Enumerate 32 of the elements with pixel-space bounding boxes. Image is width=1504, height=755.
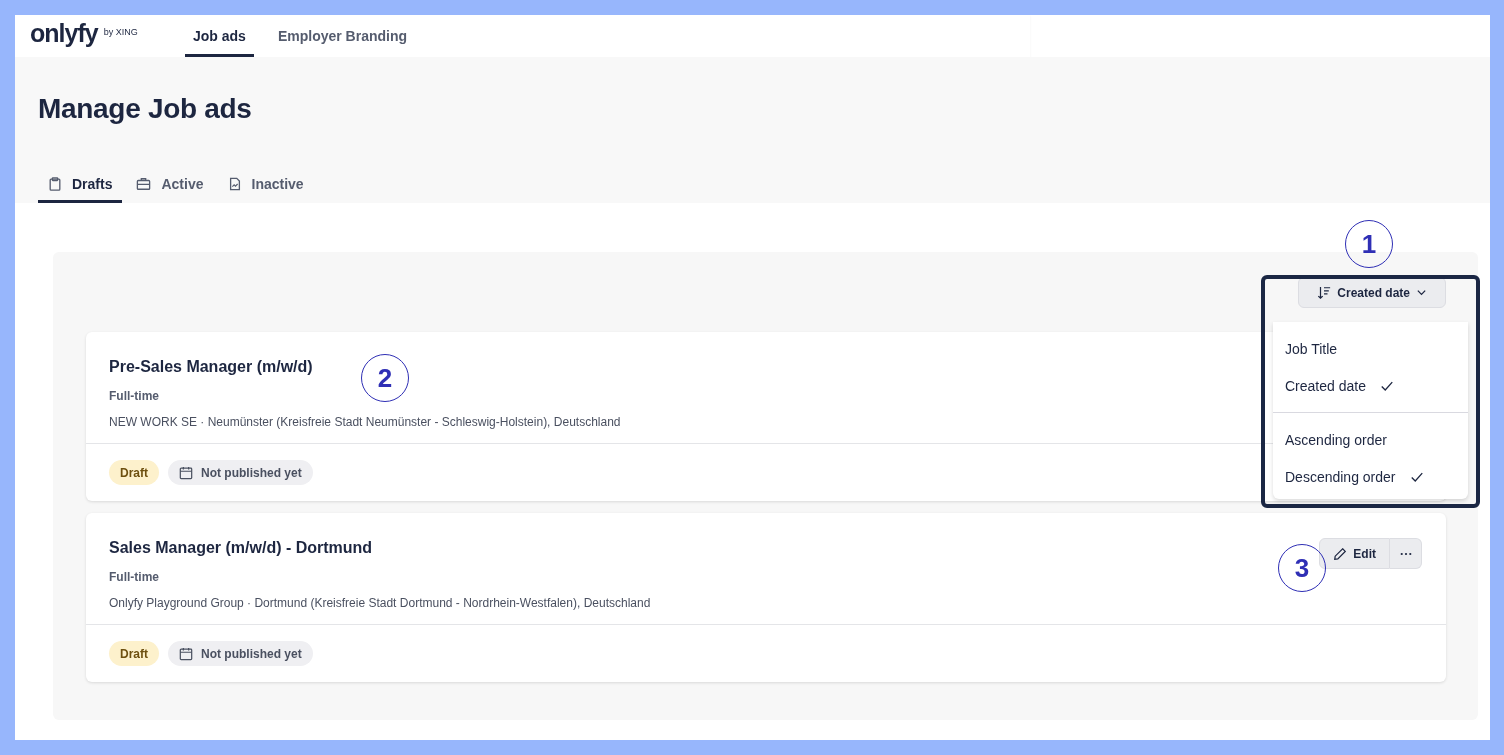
job-title[interactable]: Sales Manager (m/w/d) - Dortmund xyxy=(109,539,651,557)
logo-tagline: by XING xyxy=(103,27,138,37)
status-tag: Draft xyxy=(109,641,159,666)
status-tab[interactable]: Drafts xyxy=(38,176,123,203)
page-title: Manage Job ads xyxy=(38,93,253,125)
publish-status-tag: Not published yet xyxy=(168,641,313,666)
logo[interactable]: onlyfy xyxy=(30,21,98,46)
chevron-down-icon xyxy=(1416,287,1427,298)
sort-icon xyxy=(1317,285,1332,300)
sort-option[interactable]: Job Title xyxy=(1273,330,1468,367)
edit-button[interactable]: Edit xyxy=(1319,538,1390,569)
clipboard-icon xyxy=(48,177,62,191)
pencil-icon xyxy=(1333,546,1348,561)
sort-button[interactable]: Created date xyxy=(1298,277,1446,308)
calendar-icon xyxy=(179,465,193,480)
sort-option[interactable]: Ascending order xyxy=(1273,421,1468,458)
status-tag: Draft xyxy=(109,460,159,485)
sort-option[interactable]: Created date xyxy=(1273,367,1468,404)
publish-status-tag: Not published yet xyxy=(168,460,313,485)
calendar-icon xyxy=(179,646,193,661)
sort-option[interactable]: Descending order xyxy=(1273,458,1468,495)
nav-tab[interactable]: Employer Branding xyxy=(269,15,416,57)
employment-type: Full-time xyxy=(109,570,160,584)
briefcase-icon xyxy=(136,177,152,191)
status-tab[interactable]: Inactive xyxy=(217,176,314,203)
status-tab[interactable]: Active xyxy=(126,176,214,203)
employment-type: Full-time xyxy=(109,389,160,403)
job-location: NEW WORK SE · Neumünster (Kreisfreie Stadt Neumünster - Schleswig-Holstein), Deutschland xyxy=(109,415,621,429)
more-options-button[interactable] xyxy=(1390,538,1422,569)
chart-document-icon xyxy=(227,177,242,191)
job-location: Onlyfy Playground Group · Dortmund (Kreisfreie Stadt Dortmund - Nordrhein-Westfalen), Deutschland xyxy=(109,596,651,610)
more-icon xyxy=(1399,551,1412,556)
